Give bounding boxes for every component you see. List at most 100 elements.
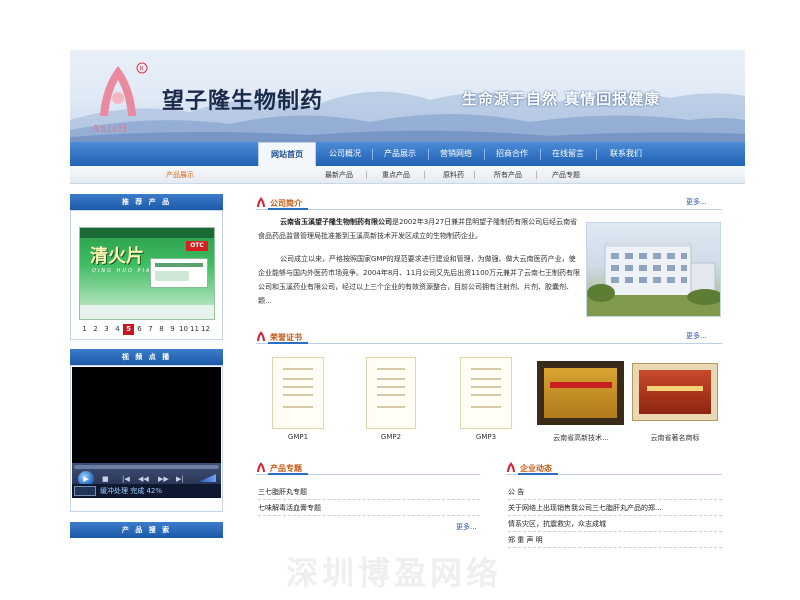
footer-watermark: 深圳博盈网络 — [286, 554, 503, 592]
recommend-box: 清火片 QING HUO PIAN OTC 1 2 3 4 5 6 7 8 9 10 11 12 — [70, 210, 223, 340]
cert-text-line — [283, 368, 313, 370]
seek-bar[interactable] — [74, 465, 219, 469]
page-number[interactable]: 8 — [156, 324, 167, 335]
search-title: 产 品 搜 索 — [70, 522, 223, 538]
news-item[interactable]: 公 告 — [508, 484, 722, 500]
intro-more-link[interactable]: 更多... — [686, 197, 707, 207]
news-item[interactable]: 关于网络上出现销售我公司三七脂肝丸产品的郑... — [508, 500, 722, 516]
section-underline — [268, 473, 308, 475]
subnav-item-latest[interactable]: 最新产品 — [325, 170, 353, 180]
page-number[interactable]: 4 — [112, 324, 123, 335]
subnav-item-all[interactable]: 所有产品 — [494, 170, 522, 180]
page-number[interactable]: 6 — [134, 324, 145, 335]
certificate-trademark[interactable] — [632, 363, 718, 421]
nav-item-about[interactable]: 公司概况 — [320, 142, 370, 166]
product-name: 清火片 — [90, 246, 144, 267]
section-logo-icon — [257, 462, 265, 472]
news-header: 企业动态 — [506, 461, 722, 475]
intro-para2: 公司成立以来，严格按照国家GMP的规范要求进行建设和管理，为做强、做大云南医药产… — [258, 255, 580, 305]
topic-item[interactable]: 三七脂肝丸专题 — [258, 484, 480, 500]
intro-text: 云南省玉溪望子隆生物制药有限公司是2002年3月27日兼并昆明望子隆制药有限公司… — [258, 215, 580, 317]
cert-text-line — [471, 406, 501, 408]
certificate-gmp3[interactable] — [460, 357, 512, 429]
buffer-status: 缓冲处理 完成 42% — [100, 487, 163, 495]
svg-text:R: R — [140, 66, 144, 73]
honors-more-link[interactable]: 更多... — [686, 331, 707, 341]
forward-icon[interactable]: ▶▶ — [158, 475, 169, 483]
certificate-gmp1[interactable] — [272, 357, 324, 429]
certificate-caption[interactable]: 云南省高新技术... — [536, 433, 626, 443]
certificate-hightech[interactable] — [537, 361, 624, 425]
cert-text-line — [471, 386, 501, 388]
nav-item-products[interactable]: 产品展示 — [374, 142, 426, 166]
topics-more-link[interactable]: 更多... — [456, 522, 477, 532]
page-number[interactable]: 1 — [79, 324, 90, 335]
cert-text-line — [376, 406, 406, 408]
page-number[interactable]: 2 — [90, 324, 101, 335]
next-icon[interactable]: ▶| — [176, 475, 184, 483]
cert-text-line — [376, 394, 406, 396]
product-band — [80, 228, 214, 238]
product-package — [150, 258, 208, 288]
cert-text-line — [283, 386, 313, 388]
status-grip-icon — [74, 486, 96, 496]
subnav-separator — [536, 171, 537, 179]
nav-item-contact[interactable]: 联系我们 — [598, 142, 654, 166]
certificate-caption[interactable]: 云南省著名商标 — [630, 433, 720, 443]
nav-separator — [372, 149, 373, 160]
nav-separator — [596, 149, 597, 160]
rewind-icon[interactable]: ◀◀ — [138, 475, 149, 483]
cert-text-line — [376, 368, 406, 370]
page-number[interactable]: 7 — [145, 324, 156, 335]
product-image[interactable]: 清火片 QING HUO PIAN OTC — [79, 227, 215, 320]
cert-text-line — [376, 378, 406, 380]
subnav-item-api[interactable]: 原料药 — [443, 170, 464, 180]
certificate-gmp2[interactable] — [366, 357, 416, 429]
header-banner: R AnisH 望子隆生物制药 生命源于自然 真情回报健康 — [70, 50, 745, 142]
breadcrumb[interactable]: 产品展示 — [166, 170, 194, 180]
certificate-caption[interactable]: GMP1 — [272, 433, 324, 441]
page-number[interactable]: 9 — [167, 324, 178, 335]
cert-text-line — [283, 406, 313, 408]
nav-item-home[interactable]: 网站首页 — [258, 142, 316, 166]
subnav-separator — [474, 171, 475, 179]
plaque-face — [639, 370, 711, 414]
video-status-bar: 缓冲处理 完成 42% — [72, 484, 221, 498]
certificate-caption[interactable]: GMP3 — [460, 433, 512, 441]
previous-icon[interactable]: |◀ — [122, 475, 130, 483]
building-image — [587, 241, 720, 316]
product-footer-band — [80, 305, 214, 319]
company-building-photo — [586, 222, 721, 317]
plaque-text — [550, 382, 612, 388]
nav-item-message[interactable]: 在线留言 — [542, 142, 594, 166]
page-number[interactable]: 10 — [178, 324, 189, 335]
cert-text-line — [376, 386, 406, 388]
product-pager: 1 2 3 4 5 6 7 8 9 10 11 12 — [79, 324, 211, 335]
news-item[interactable]: 情系灾区，抗震救灾，众志成城 — [508, 516, 722, 532]
page-number[interactable]: 12 — [200, 324, 211, 335]
news-item[interactable]: 郑 重 声 明 — [508, 532, 722, 548]
page-number[interactable]: 5 — [123, 324, 134, 335]
nav-separator — [484, 149, 485, 160]
subnav-separator — [366, 171, 367, 179]
stop-icon[interactable]: ■ — [102, 475, 109, 483]
page-number[interactable]: 11 — [189, 324, 200, 335]
certificate-caption[interactable]: GMP2 — [366, 433, 416, 441]
section-logo-icon — [257, 331, 265, 341]
video-title: 视 频 点 播 — [70, 349, 223, 365]
subnav-item-topics[interactable]: 产品专题 — [552, 170, 580, 180]
main-nav: 网站首页 公司概况 产品展示 营销网络 招商合作 在线留言 联系我们 — [70, 142, 745, 166]
logo-text: AnisH — [92, 124, 128, 135]
topic-item[interactable]: 七味解毒活血膏专题 — [258, 500, 480, 516]
page-number[interactable]: 3 — [101, 324, 112, 335]
volume-icon[interactable] — [198, 474, 216, 482]
cert-text-line — [471, 378, 501, 380]
subnav-item-key[interactable]: 重点产品 — [382, 170, 410, 180]
intro-header: 公司简介 更多... — [256, 196, 722, 210]
video-player: ▶ ■ |◀ ◀◀ ▶▶ ▶| 缓冲处理 完成 42% — [70, 365, 223, 512]
video-screen[interactable] — [72, 367, 221, 463]
nav-item-investment[interactable]: 招商合作 — [486, 142, 538, 166]
nav-item-marketing[interactable]: 营销网络 — [430, 142, 482, 166]
otc-badge: OTC — [186, 241, 208, 251]
plaque-text — [647, 386, 703, 391]
